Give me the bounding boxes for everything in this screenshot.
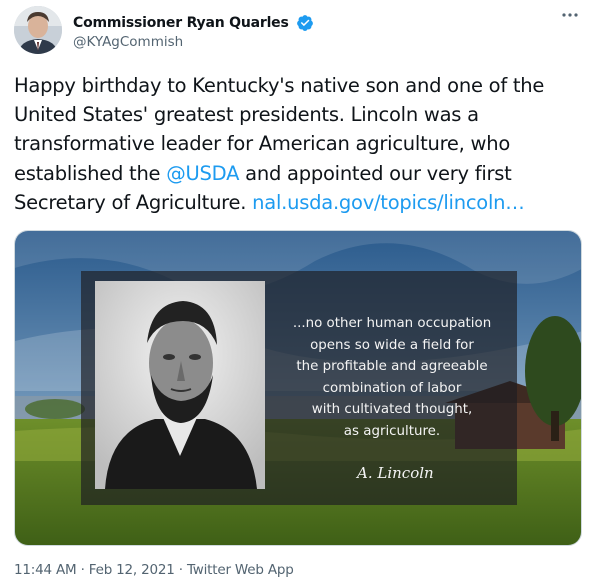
separator: · (76, 562, 89, 578)
author-names: Commissioner Ryan Quarles @KYAgCommish (73, 12, 314, 50)
tweet-time[interactable]: 11:44 AM (14, 562, 77, 578)
quote-line: the profitable and agreeable (296, 359, 488, 375)
tweet-image[interactable]: ...no other human occupation opens so wi… (14, 230, 582, 546)
user-handle[interactable]: @KYAgCommish (73, 34, 314, 50)
lincoln-signature: A. Lincoln (357, 464, 434, 482)
quote-panel: ...no other human occupation opens so wi… (81, 271, 517, 505)
avatar[interactable] (14, 6, 62, 54)
lincoln-quote: ...no other human occupation opens so wi… (277, 313, 507, 443)
tweet-source: Twitter Web App (186, 562, 294, 578)
tweet-date[interactable]: Feb 12, 2021 (89, 562, 175, 578)
more-horizontal-icon[interactable] (558, 8, 582, 28)
mention-link[interactable]: @USDA (166, 162, 239, 185)
quote-line: combination of labor (322, 380, 462, 396)
quote-line: with cultivated thought, (311, 402, 473, 418)
lincoln-portrait (95, 281, 265, 489)
quote-line: opens so wide a field for (310, 337, 474, 353)
verified-badge-icon (296, 14, 313, 31)
tweet-header: Commissioner Ryan Quarles @KYAgCommish (14, 6, 584, 56)
separator: · (174, 562, 187, 578)
quote-line: ...no other human occupation (292, 316, 492, 331)
url-link[interactable]: nal.usda.gov/topics/lincoln… (252, 191, 525, 214)
tweet-metadata: 11:44 AM · Feb 12, 2021 · Twitter Web Ap… (14, 562, 294, 578)
tweet-text: Happy birthday to Kentucky's native son … (14, 71, 582, 217)
quote-line: as agriculture. (343, 423, 441, 439)
display-name[interactable]: Commissioner Ryan Quarles (73, 15, 289, 31)
